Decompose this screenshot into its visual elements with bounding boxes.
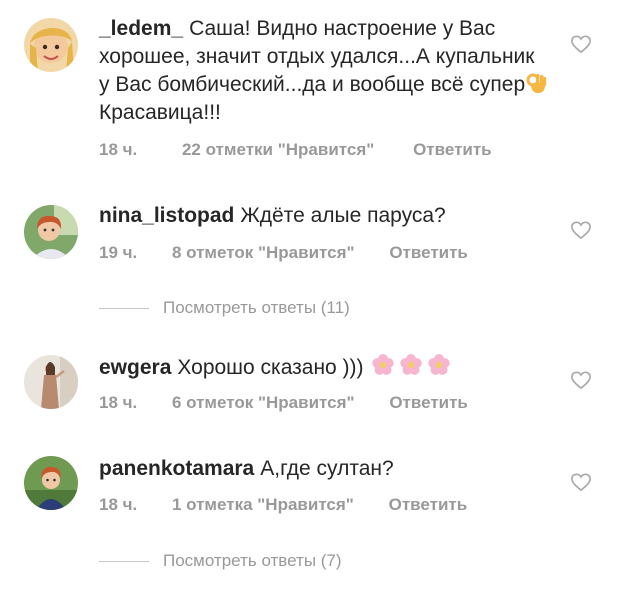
comment-text: panenkotamara А,где султан?: [99, 455, 549, 483]
likes-count[interactable]: 22 отметки "Нравится": [182, 140, 374, 160]
reply-button[interactable]: Ответить: [389, 495, 468, 515]
likes-count[interactable]: 1 отметка "Нравится": [172, 495, 354, 515]
view-replies-button[interactable]: Посмотреть ответы (11): [99, 298, 350, 318]
comment-body: Хорошо сказано ))): [177, 356, 364, 379]
avatar[interactable]: [24, 456, 78, 510]
comment-body: А,где султан?: [260, 457, 394, 480]
comment-text: ewgera Хорошо сказано ))): [99, 352, 549, 382]
comment-meta: 18 ч. 6 отметок "Нравится" Ответить: [99, 393, 468, 413]
replies-divider: [99, 561, 149, 563]
avatar[interactable]: [24, 355, 78, 409]
replies-divider: [99, 308, 149, 310]
avatar[interactable]: [24, 205, 78, 259]
comment-username[interactable]: panenkotamara: [99, 457, 254, 480]
view-replies-label[interactable]: Посмотреть ответы (11): [163, 298, 350, 317]
heart-outline-icon[interactable]: [570, 370, 592, 390]
comment-body-tail: Красавица!!!: [99, 101, 221, 124]
likes-count[interactable]: 8 отметок "Нравится": [172, 243, 355, 263]
comment-text: _ledem_ Саша! Видно настроение у Вас хоро…: [99, 15, 549, 127]
comment-time: 19 ч.: [99, 243, 138, 262]
reply-button[interactable]: Ответить: [389, 243, 468, 263]
comment-time: 18 ч.: [99, 140, 138, 159]
reply-button[interactable]: Ответить: [389, 393, 468, 413]
reply-button[interactable]: Ответить: [413, 140, 492, 160]
comment-time: 18 ч.: [99, 393, 138, 412]
cherry-blossom-emoji: [371, 354, 450, 375]
heart-outline-icon[interactable]: [570, 34, 592, 54]
view-replies-label[interactable]: Посмотреть ответы (7): [163, 551, 342, 570]
ok-hand-emoji: [526, 73, 547, 93]
comment-username[interactable]: _ledem_: [99, 17, 183, 40]
comment-time: 18 ч.: [99, 495, 138, 514]
comment-username[interactable]: ewgera: [99, 356, 171, 379]
comment-username[interactable]: nina_listopad: [99, 204, 234, 227]
comment-meta: 19 ч. 8 отметок "Нравится" Ответить: [99, 243, 468, 263]
view-replies-button[interactable]: Посмотреть ответы (7): [99, 551, 342, 571]
comment-text: nina_listopad Ждёте алые паруса?: [99, 202, 549, 230]
likes-count[interactable]: 6 отметок "Нравится": [172, 393, 355, 413]
comment-body: Ждёте алые паруса?: [240, 204, 446, 227]
heart-outline-icon[interactable]: [570, 220, 592, 240]
comment-meta: 18 ч. 22 отметки "Нравится" Ответить: [99, 140, 492, 160]
comment-meta: 18 ч. 1 отметка "Нравится" Ответить: [99, 495, 467, 515]
heart-outline-icon[interactable]: [570, 472, 592, 492]
avatar[interactable]: [24, 18, 78, 72]
